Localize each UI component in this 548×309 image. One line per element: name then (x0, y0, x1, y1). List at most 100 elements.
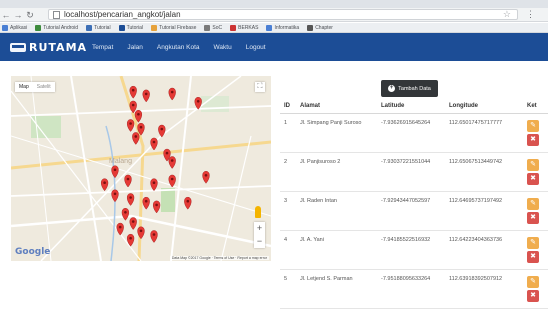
cell-alamat: Jl. Panjisuroso 2 (296, 152, 377, 192)
zoom-control: + − (254, 222, 265, 248)
map-marker-dot (134, 135, 138, 138)
nav-item-logout[interactable]: Logout (246, 44, 266, 51)
map-marker-dot (131, 220, 135, 223)
brand-text: RUTAMA (29, 40, 88, 54)
bookmark-label: BERKAS (238, 24, 259, 31)
url-text: localhost/pencarian_angkot/jalan (64, 10, 181, 19)
back-icon[interactable]: ← (0, 9, 12, 21)
bookmark-item[interactable]: Tutorial Firebase (149, 24, 197, 31)
add-data-button[interactable]: + Tambah Data (381, 80, 438, 97)
table-row: 3 Jl. Raden Intan -7.92943447052597 112.646… (280, 191, 548, 231)
nav-item-angkutan-kota[interactable]: Angkutan Kota (157, 44, 200, 51)
address-bar: ← → ↻ localhost/pencarian_angkot/jalan ☆… (0, 8, 548, 22)
bookmark-item[interactable]: Aplikasi (0, 24, 28, 31)
fullscreen-icon[interactable]: ⛶ (255, 82, 265, 92)
nav-item-waktu[interactable]: Waktu (214, 44, 232, 51)
map-type-map[interactable]: Map (15, 82, 33, 92)
delete-button[interactable]: ✖ (527, 289, 539, 302)
cell-longitude: 112.64223404363736 (445, 230, 525, 270)
plus-icon: + (388, 85, 396, 92)
bookmark-favicon-icon (307, 24, 314, 31)
map-marker-dot (113, 192, 117, 196)
map-marker-dot (165, 151, 169, 155)
delete-button[interactable]: ✖ (527, 211, 539, 224)
bookmark-favicon-icon (2, 24, 8, 31)
edit-button[interactable]: ✎ (527, 119, 539, 132)
pegman-icon[interactable] (255, 206, 261, 218)
cell-id: 2 (280, 152, 296, 192)
map-marker-dot (196, 100, 200, 103)
cell-ket: ✎ ✖ (525, 113, 548, 153)
delete-button[interactable]: ✖ (527, 133, 539, 146)
map-marker-dot (204, 174, 208, 177)
url-input[interactable]: localhost/pencarian_angkot/jalan ☆ (48, 9, 518, 20)
map-marker-dot (144, 199, 148, 203)
header-ket: Ket (525, 100, 548, 114)
nav-item-tempat[interactable]: Tempat (92, 44, 113, 51)
cell-ket: ✎ ✖ (525, 152, 548, 192)
cell-alamat: Jl. Raden Intan (296, 191, 377, 231)
map-marker-dot (131, 103, 135, 107)
table-row: 1 Jl. Simpang Panji Suroso -7.936269156452… (280, 113, 548, 153)
bookmark-star-icon[interactable]: ☆ (503, 9, 511, 20)
bookmark-item[interactable]: Tutorial Android (33, 24, 79, 31)
delete-button[interactable]: ✖ (527, 172, 539, 185)
map-marker-dot (137, 112, 140, 116)
bookmark-label: Chapter (315, 24, 333, 31)
map-marker-dot (131, 88, 135, 92)
bookmark-item[interactable]: Chapter (305, 24, 333, 31)
map-type-control: Map Satelit (15, 82, 55, 92)
brand-logo[interactable]: RUTAMA (10, 41, 92, 54)
cell-latitude: -7.93037221551044 (377, 152, 445, 192)
bookmark-favicon-icon (86, 24, 93, 31)
map-view[interactable]: Map Satelit ⛶ Malang + − Google Data Map… (11, 76, 271, 261)
bookmark-favicon-icon (118, 24, 125, 31)
city-label: Malang (109, 158, 132, 165)
map-marker-dot (152, 181, 156, 184)
edit-button[interactable]: ✎ (527, 197, 539, 210)
bookmark-item[interactable]: Informatika (264, 24, 299, 31)
bookmark-favicon-icon (151, 24, 158, 31)
bookmark-item[interactable]: BERKAS (228, 24, 259, 31)
bookmark-label: Aplikasi (10, 24, 28, 31)
map-marker-dot (170, 90, 174, 94)
cell-longitude: 112.65067513449742 (445, 152, 525, 192)
cell-id: 1 (280, 113, 296, 153)
bookmark-item[interactable]: Tutorial (117, 24, 143, 31)
reload-icon[interactable]: ↻ (24, 9, 36, 21)
app-navbar: RUTAMA Tempat Jalan Angkutan Kota Waktu … (0, 33, 548, 61)
header-longitude: Longitude (445, 100, 525, 114)
browser-tabbar (0, 0, 548, 8)
map-marker-dot (124, 211, 127, 214)
map-marker-dot (113, 168, 117, 172)
edit-button[interactable]: ✎ (527, 236, 539, 249)
edit-button[interactable]: ✎ (527, 158, 539, 171)
bus-icon (10, 42, 26, 52)
browser-menu-icon[interactable]: ⋮ (526, 9, 535, 20)
forward-icon[interactable]: → (12, 9, 24, 21)
bookmark-item[interactable]: Tutorial (84, 24, 111, 31)
bookmark-favicon-icon (204, 24, 211, 31)
map-marker-dot (118, 225, 122, 229)
zoom-out-button[interactable]: − (254, 235, 265, 248)
nav-item-jalan[interactable]: Jalan (127, 44, 143, 51)
bookmark-label: Tutorial Android (43, 24, 79, 31)
street-table: ID Alamat Latitude Longitude Ket 1 Jl. Si… (280, 100, 548, 309)
bookmarks-bar: Aplikasi Tutorial Android Tutorial Tutorial… (0, 23, 548, 33)
bookmark-item[interactable]: SoC (202, 24, 222, 31)
map-marker-dot (186, 199, 190, 203)
cell-latitude: -7.94185522516932 (377, 230, 445, 270)
cell-ket: ✎ ✖ (525, 230, 548, 270)
map-type-satellite[interactable]: Satelit (33, 82, 55, 92)
cell-longitude: 112.64695737197492 (445, 191, 525, 231)
header-latitude: Latitude (377, 100, 445, 114)
bookmark-label: Tutorial (94, 24, 111, 31)
data-panel: + Tambah Data ID Alamat Latitude Longitu… (280, 76, 548, 309)
header-id: ID (280, 100, 296, 114)
map-marker-dot (160, 127, 164, 131)
bookmark-label: Tutorial Firebase (159, 24, 197, 31)
edit-button[interactable]: ✎ (527, 275, 539, 288)
zoom-in-button[interactable]: + (254, 222, 265, 235)
delete-button[interactable]: ✖ (527, 250, 539, 263)
map-marker-dot (170, 159, 174, 162)
